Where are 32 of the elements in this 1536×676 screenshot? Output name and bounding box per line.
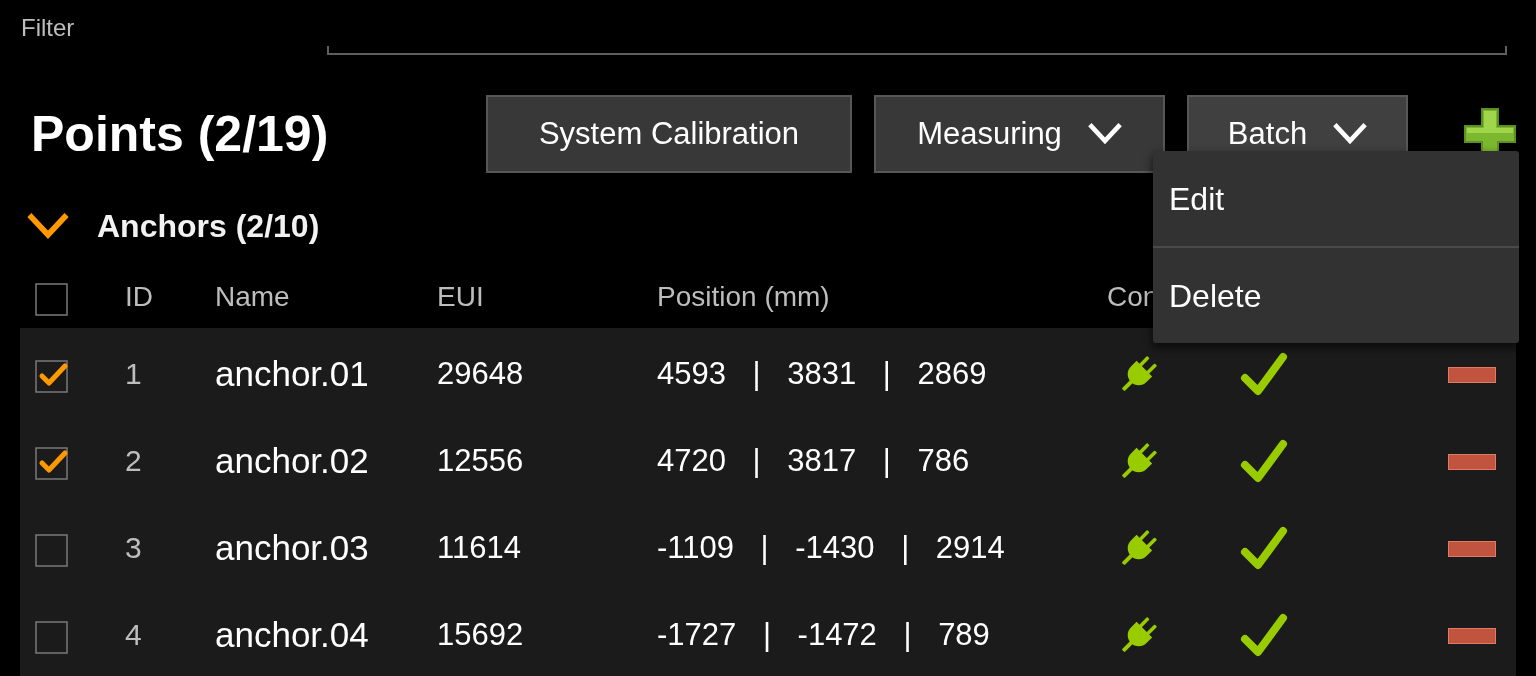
remove-button[interactable] (1448, 627, 1496, 644)
chevron-down-icon (1333, 123, 1368, 145)
eui-cell: 12556 (437, 443, 524, 478)
toolbar-button[interactable]: System Calibration (486, 95, 852, 173)
eui-cell: 15692 (437, 617, 524, 652)
name-cell: anchor.01 (215, 354, 369, 393)
page-title: Points (2/19) (31, 106, 329, 162)
column-header: EUI (437, 281, 484, 312)
id-cell: 2 (125, 443, 142, 477)
position-cell: 4593 | 3831 | 2869 (657, 356, 987, 391)
name-cell: anchor.04 (215, 615, 369, 654)
filter-label: Filter (21, 14, 75, 41)
chevron-down-icon (1087, 123, 1122, 145)
position-cell: -1109 | -1430 | 2914 (657, 530, 1005, 565)
dropdown-button[interactable]: Measuring (874, 95, 1165, 173)
name-cell: anchor.03 (215, 528, 369, 567)
column-header: Name (215, 281, 290, 312)
id-cell: 1 (125, 356, 142, 390)
id-cell: 3 (125, 530, 142, 564)
position-cell: 4720 | 3817 | 786 (657, 443, 970, 478)
position-cell: -1727 | -1472 | 789 (657, 617, 990, 652)
id-cell: 4 (125, 617, 142, 651)
column-header: ID (125, 281, 153, 312)
column-header: Position (mm) (657, 281, 830, 312)
remove-button[interactable] (1448, 366, 1496, 383)
group-title[interactable]: Anchors (2/10) (97, 210, 320, 242)
remove-button[interactable] (1448, 453, 1496, 470)
remove-button[interactable] (1448, 540, 1496, 557)
eui-cell: 29648 (437, 356, 524, 391)
eui-cell: 11614 (437, 530, 521, 565)
name-cell: anchor.02 (215, 441, 369, 480)
menu-item[interactable]: Delete (1153, 248, 1519, 343)
